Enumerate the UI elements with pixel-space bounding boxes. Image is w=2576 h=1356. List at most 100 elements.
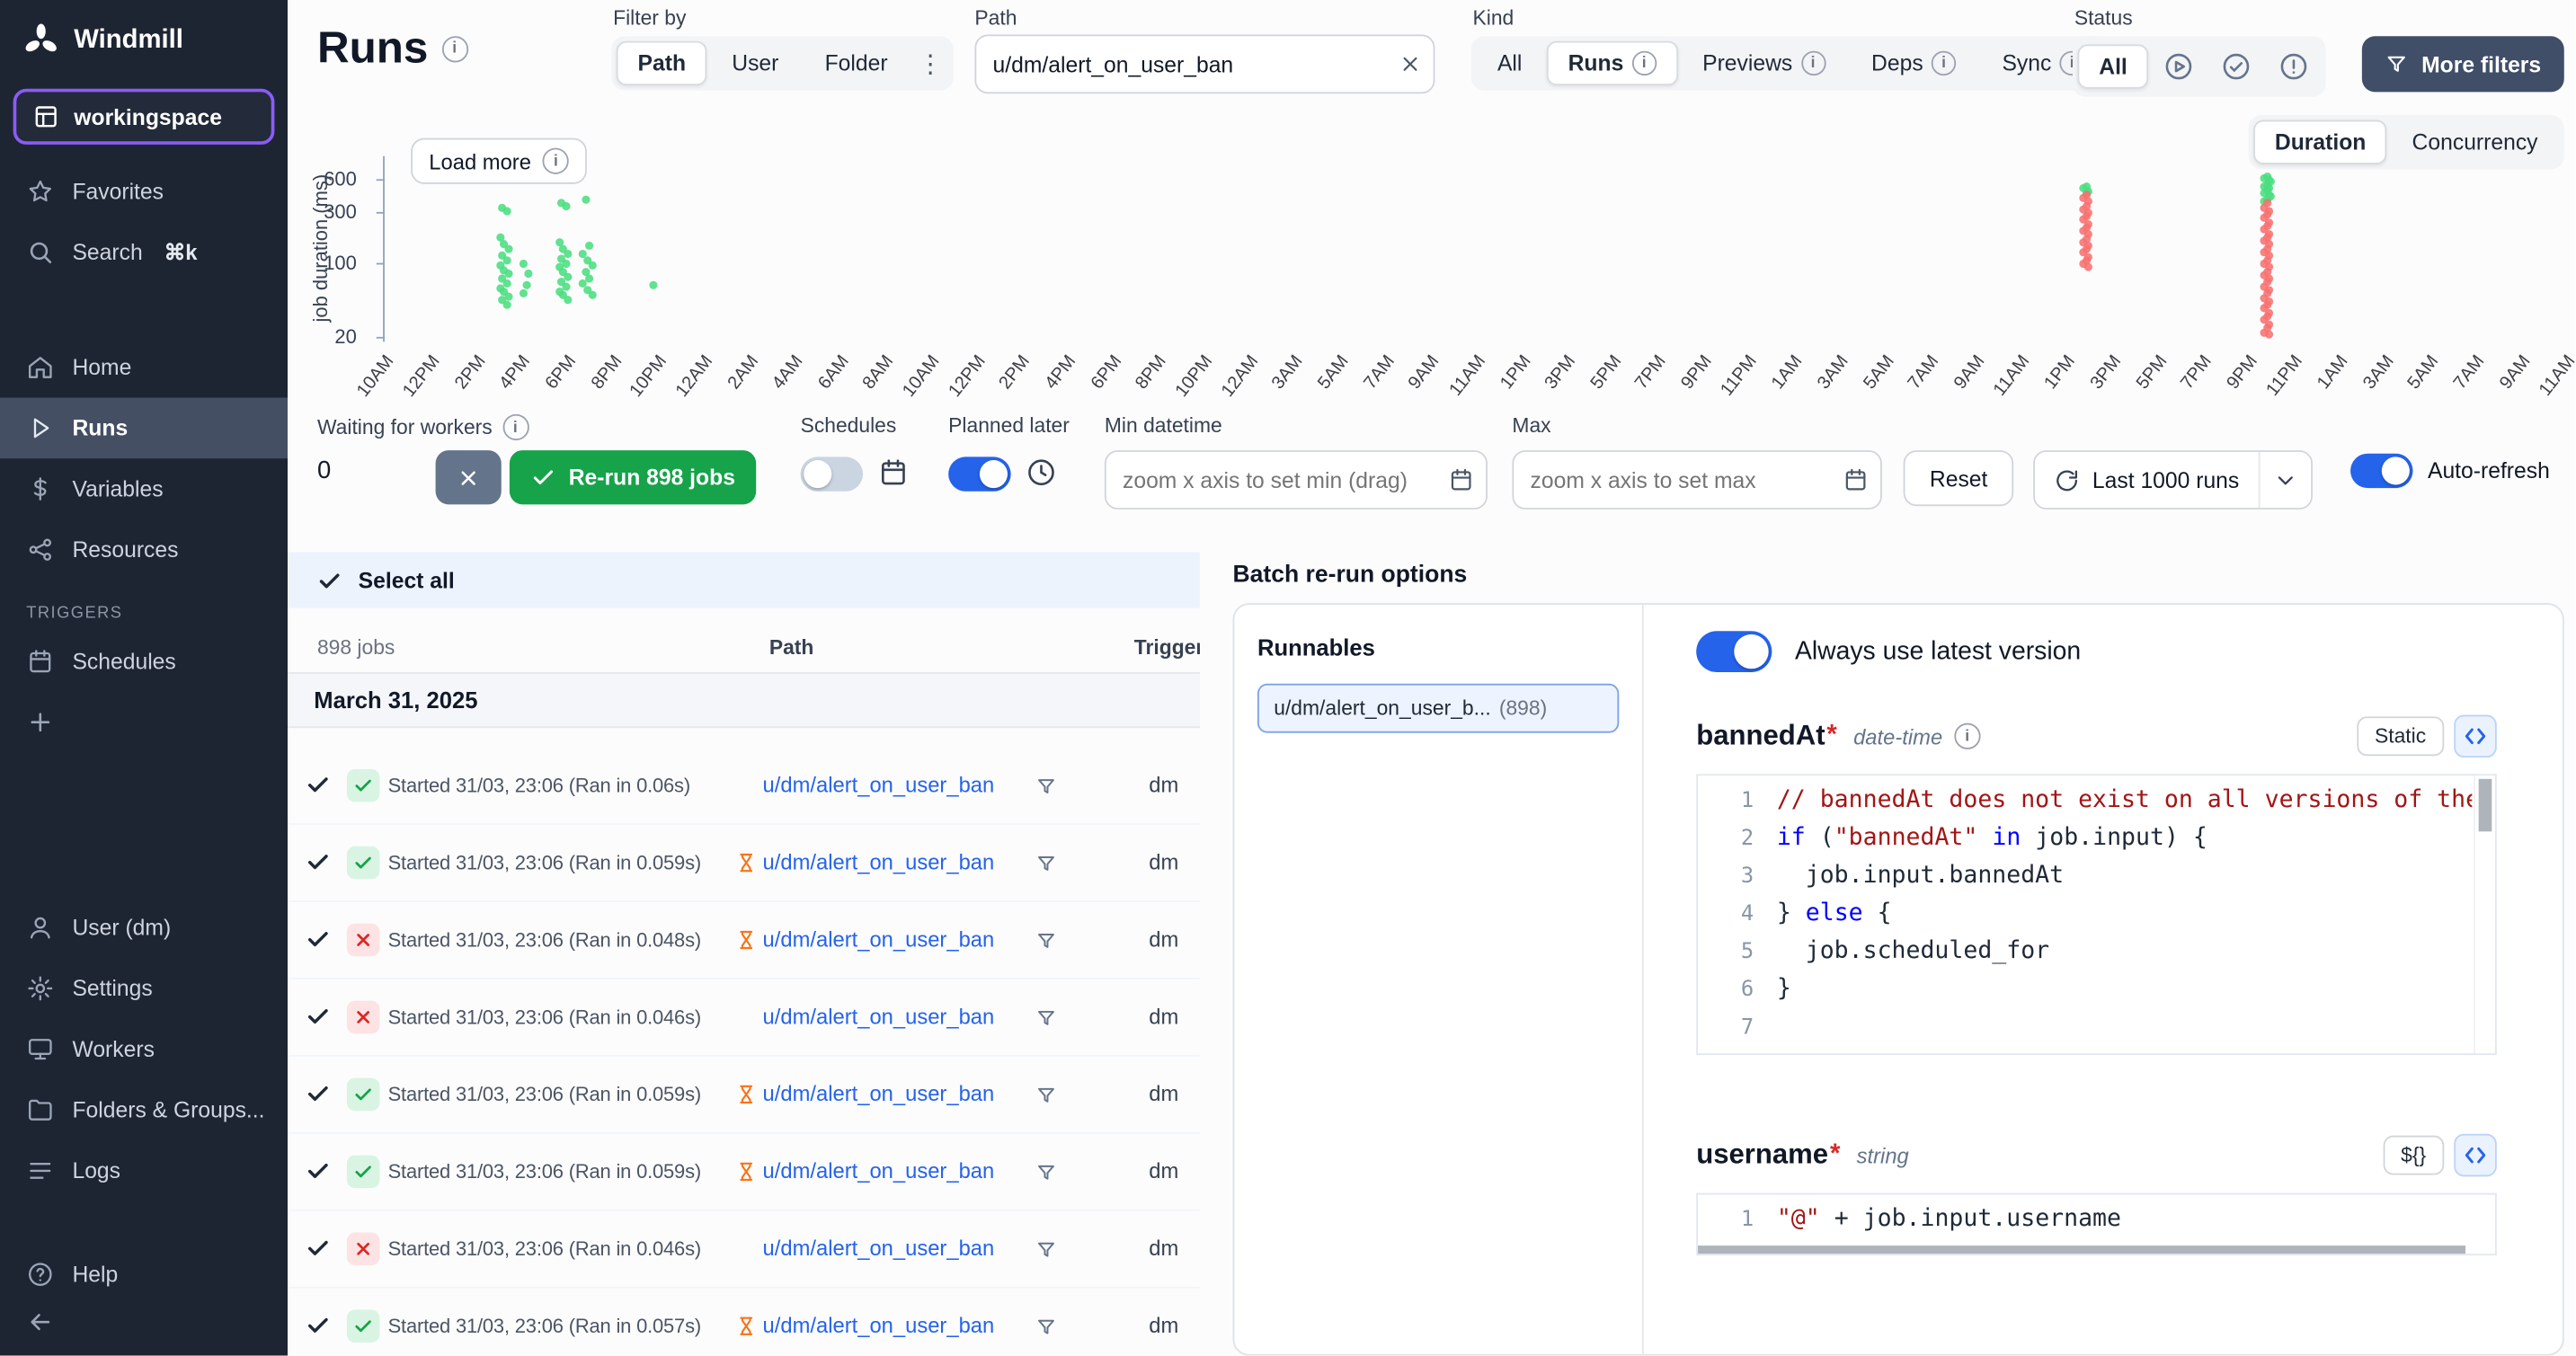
bannedAt-code-editor[interactable]: 1// bannedAt does not exist on all versi… (1696, 774, 2497, 1055)
chart-point-failure[interactable] (2265, 331, 2273, 339)
min-datetime-input[interactable] (1105, 450, 1488, 510)
filter-by-path-icon[interactable] (1035, 1007, 1057, 1029)
filter-by-path[interactable]: Path (617, 41, 707, 85)
filter-more-menu-icon[interactable] (912, 45, 948, 81)
chart-plot-area[interactable] (383, 156, 2566, 342)
row-checkbox[interactable] (306, 1236, 330, 1260)
code-toggle-icon[interactable] (2454, 1134, 2497, 1177)
run-path-link[interactable]: u/dm/alert_on_user_ban (763, 926, 995, 951)
select-all-bar[interactable]: Select all (288, 552, 1200, 607)
clear-selection-button[interactable] (436, 450, 502, 504)
chart-point-success[interactable] (588, 290, 596, 298)
kind-runs[interactable]: Runs (1547, 41, 1678, 85)
select-all-checkbox[interactable] (317, 568, 342, 592)
chart-point-success[interactable] (502, 208, 511, 216)
calendar-icon[interactable] (1843, 466, 1869, 492)
sidebar-item-workers[interactable]: Workers (0, 1019, 288, 1080)
scrollbar-thumb[interactable] (2479, 779, 2492, 832)
code-toggle-icon[interactable] (2454, 714, 2497, 758)
status-success-icon[interactable] (2209, 41, 2263, 93)
calendar-icon[interactable] (1448, 466, 1474, 492)
last-runs-button[interactable]: Last 1000 runs (2035, 452, 2259, 508)
run-row[interactable]: Started 31/03, 23:06 (Ran in 0.06s)u/dm/… (288, 748, 1200, 825)
sidebar-add-trigger-button[interactable] (0, 692, 288, 753)
sidebar-item-schedules[interactable]: Schedules (0, 631, 288, 692)
username-code-editor[interactable]: 1"@" + job.input.username (1696, 1193, 2497, 1255)
chart-point-success[interactable] (582, 196, 590, 204)
row-checkbox[interactable] (306, 1313, 330, 1337)
row-checkbox[interactable] (306, 1004, 330, 1028)
sidebar-item-help[interactable]: Help (0, 1244, 288, 1305)
auto-refresh-toggle[interactable] (2350, 454, 2412, 488)
chart-point-success[interactable] (520, 288, 529, 297)
chart-point-success[interactable] (585, 243, 593, 251)
row-checkbox[interactable] (306, 772, 330, 796)
run-row[interactable]: Started 31/03, 23:06 (Ran in 0.059s)u/dm… (288, 1134, 1200, 1211)
run-path-link[interactable]: u/dm/alert_on_user_ban (763, 1081, 995, 1105)
sidebar-collapse-button[interactable] (0, 1305, 288, 1356)
runnable-item[interactable]: u/dm/alert_on_user_b... (898) (1257, 684, 1619, 733)
run-path-link[interactable]: u/dm/alert_on_user_ban (763, 1158, 995, 1183)
last-runs-dropdown[interactable] (2259, 452, 2312, 508)
chart-point-success[interactable] (522, 280, 530, 288)
status-all[interactable]: All (2077, 44, 2148, 88)
sidebar-item-logs[interactable]: Logs (0, 1140, 288, 1201)
run-row[interactable]: Started 31/03, 23:06 (Ran in 0.059s)u/dm… (288, 1057, 1200, 1134)
row-checkbox[interactable] (306, 926, 330, 951)
chart-point-success[interactable] (562, 202, 570, 210)
sidebar-item-user[interactable]: User (dm) (0, 897, 288, 958)
kind-previews[interactable]: Previews (1681, 41, 1846, 85)
chart-point-success[interactable] (520, 261, 529, 269)
row-checkbox[interactable] (306, 1081, 330, 1105)
chart-point-success[interactable] (524, 270, 532, 278)
sidebar-item-folders-groups[interactable]: Folders & Groups... (0, 1079, 288, 1140)
run-row[interactable]: Started 31/03, 23:06 (Ran in 0.046s)u/dm… (288, 1211, 1200, 1289)
filter-by-path-icon[interactable] (1035, 775, 1057, 797)
run-path-link[interactable]: u/dm/alert_on_user_ban (763, 1313, 995, 1337)
editor-scrollbar[interactable] (2474, 775, 2495, 1053)
run-row[interactable]: Started 31/03, 23:06 (Ran in 0.057s)u/dm… (288, 1289, 1200, 1356)
row-checkbox[interactable] (306, 849, 330, 873)
run-path-link[interactable]: u/dm/alert_on_user_ban (763, 1004, 995, 1028)
sidebar-item-favorites[interactable]: Favorites (0, 161, 288, 222)
max-datetime-input[interactable] (1512, 450, 1881, 510)
filter-by-path-icon[interactable] (1035, 853, 1057, 874)
sidebar-item-home[interactable]: Home (0, 337, 288, 398)
chart-point-success[interactable] (505, 245, 513, 253)
run-row[interactable]: Started 31/03, 23:06 (Ran in 0.046s)u/dm… (288, 979, 1200, 1057)
info-icon[interactable] (441, 35, 467, 61)
run-path-link[interactable]: u/dm/alert_on_user_ban (763, 1236, 995, 1260)
chart-point-success[interactable] (585, 273, 593, 281)
sidebar-item-search[interactable]: Search ⌘k (0, 222, 288, 283)
sidebar-item-settings[interactable]: Settings (0, 958, 288, 1019)
filter-by-path-icon[interactable] (1035, 930, 1057, 952)
chart-point-success[interactable] (564, 297, 572, 305)
workspace-selector[interactable]: workingspace (13, 89, 275, 145)
clear-input-icon[interactable] (1399, 53, 1422, 76)
planned-later-toggle[interactable] (948, 456, 1010, 491)
filter-by-path-icon[interactable] (1035, 1316, 1057, 1338)
sidebar-item-resources[interactable]: Resources (0, 519, 288, 581)
filter-by-path-icon[interactable] (1035, 1085, 1057, 1106)
info-icon[interactable] (1954, 723, 1980, 749)
editor-hscrollbar-thumb[interactable] (1698, 1245, 2465, 1254)
status-failure-icon[interactable] (2267, 41, 2321, 93)
reset-button[interactable]: Reset (1904, 450, 2014, 506)
filter-by-folder[interactable]: Folder (804, 41, 910, 85)
latest-version-toggle[interactable] (1696, 631, 1772, 672)
run-path-link[interactable]: u/dm/alert_on_user_ban (763, 849, 995, 873)
kind-all[interactable]: All (1476, 41, 1543, 85)
filter-by-path-icon[interactable] (1035, 1162, 1057, 1183)
chart-point-success[interactable] (502, 301, 511, 309)
run-path-link[interactable]: u/dm/alert_on_user_ban (763, 772, 995, 796)
filter-by-path-icon[interactable] (1035, 1239, 1057, 1261)
more-filters-button[interactable]: More filters (2362, 36, 2564, 92)
schedules-toggle[interactable] (801, 456, 863, 491)
sidebar-item-runs[interactable]: Runs (0, 398, 288, 459)
status-running-icon[interactable] (2152, 41, 2206, 93)
row-checkbox[interactable] (306, 1158, 330, 1183)
static-mode-button[interactable]: Static (2357, 716, 2444, 756)
path-filter-input[interactable] (974, 34, 1435, 93)
filter-by-user[interactable]: User (710, 41, 800, 85)
rerun-jobs-button[interactable]: Re-run 898 jobs (510, 450, 757, 504)
